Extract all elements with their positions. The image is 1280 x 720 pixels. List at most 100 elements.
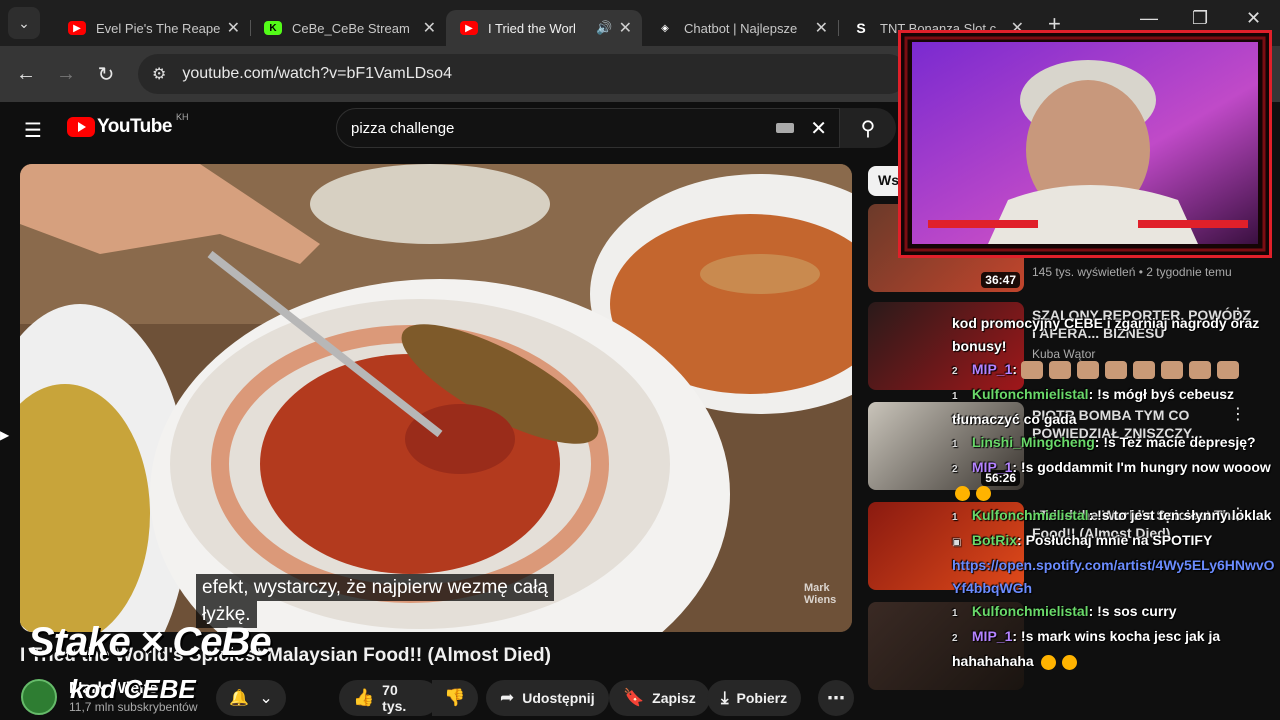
restore-icon[interactable]: ❐ <box>1192 8 1208 29</box>
tab-active-video[interactable]: ▶ I Tried the Worl 🔊 ✕ <box>446 10 642 46</box>
chat-username: Kulfonchmielistal <box>971 386 1089 402</box>
window-close-icon[interactable]: ✕ <box>1246 8 1261 29</box>
more-actions-button[interactable]: ⋯ <box>818 680 854 716</box>
youtube-play-logo-icon <box>67 117 95 137</box>
country-code: KH <box>175 112 189 122</box>
youtube-wordmark: YouTube <box>97 116 172 137</box>
chat-username: BotRix <box>971 532 1018 548</box>
tab-close-icon[interactable]: ✕ <box>619 18 632 38</box>
search-query[interactable]: pizza challenge <box>351 120 776 137</box>
tab-search-menu-icon[interactable]: ⌄ <box>8 7 40 39</box>
youtube-favicon-icon: ▶ <box>460 21 478 35</box>
site-settings-icon[interactable]: ⚙ <box>152 64 166 84</box>
chat-badge: 2 <box>952 366 958 377</box>
clear-search-icon[interactable]: ✕ <box>810 116 827 141</box>
stream-chat-overlay: kod promocyjny CEBE i zgarniaj nagrody o… <box>952 312 1280 720</box>
bookmark-icon: 🔖 <box>623 688 645 707</box>
chat-message: 2 MIP_1: !s mark wins kocha jesc jak ja … <box>952 625 1280 673</box>
chat-username: MIP_1 <box>971 361 1013 377</box>
tab-evel-pie[interactable]: ▶ Evel Pie's The Reape ✕ <box>54 10 251 46</box>
tab-chatbot[interactable]: ◈ Chatbot | Najlepsze ✕ <box>642 10 839 46</box>
dislike-button[interactable]: 👎 <box>432 680 478 716</box>
video-meta: 145 tys. wyświetleń • 2 tygodnie temu <box>1032 265 1232 279</box>
chat-text: kod promocyjny CEBE i zgarniaj nagrody o… <box>952 315 1260 354</box>
chat-username: Linshi_Mingcheng <box>971 434 1095 450</box>
save-label: Zapisz <box>652 690 696 706</box>
download-label: Pobierz <box>736 690 788 706</box>
promo-code-overlay: kod CEBE <box>70 674 196 704</box>
chat-message: 2 MIP_1: !s goddammit I'm hungry now woo… <box>952 456 1280 504</box>
back-arrow-icon[interactable]: ← <box>6 63 46 86</box>
bot-badge-icon: ▣ <box>952 537 962 548</box>
download-icon: ⤓ <box>721 688 729 707</box>
chat-badge: 2 <box>952 464 958 475</box>
tab-close-icon[interactable]: ✕ <box>423 18 436 38</box>
stake-cebe-logo: Stake × CeBe <box>28 620 272 664</box>
save-button[interactable]: 🔖 Zapisz <box>609 680 710 716</box>
chat-message: 2 MIP_1: <box>952 358 1280 383</box>
emoji-icon <box>1040 654 1056 670</box>
emoji-icon <box>976 485 991 501</box>
channel-watermark[interactable]: Mark Wiens <box>804 582 836 606</box>
search-icon: ⚲ <box>860 117 876 140</box>
chat-badge: 1 <box>952 512 958 523</box>
kick-favicon-icon: K <box>264 21 282 35</box>
chat-message: https://open.spotify.com/artist/4Wy5ELy6… <box>952 554 1280 600</box>
chat-text: : !s Też macie depresję? <box>1094 434 1256 450</box>
screen: ⌄ ▶ Evel Pie's The Reape ✕ K CeBe_CeBe S… <box>0 0 1280 720</box>
chat-text: : !s sos curry <box>1088 603 1177 619</box>
chat-username: MIP_1 <box>971 459 1013 475</box>
chat-message: ▣ BotRix: Posłuchaj mnie na SPOTIFY <box>952 529 1280 554</box>
notifications-button[interactable]: 🔔 ⌄ <box>216 680 286 716</box>
youtube-favicon-icon: ▶ <box>68 21 86 35</box>
chat-username: Kulfonchmielistal <box>971 603 1089 619</box>
tab-title: CeBe_CeBe Stream <box>292 20 410 36</box>
chatbot-favicon-icon: ◈ <box>661 22 669 34</box>
emote-icon <box>1048 361 1071 380</box>
tab-title: Chatbot | Najlepsze <box>684 20 798 36</box>
channel-avatar[interactable] <box>21 679 57 715</box>
reload-icon[interactable]: ↻ <box>86 62 126 87</box>
url-text[interactable]: youtube.com/watch?v=bF1VamLDso4 <box>182 65 452 83</box>
youtube-logo[interactable]: YouTube KH <box>67 112 188 138</box>
emote-icon <box>1216 361 1239 380</box>
emoji-icon <box>1061 654 1077 670</box>
chat-text: : !s goddammit I'm hungry now wooow <box>1012 459 1271 475</box>
search-input[interactable]: pizza challenge ✕ <box>336 108 840 148</box>
streamer-camera-overlay <box>898 30 1272 258</box>
video-player[interactable] <box>20 164 852 632</box>
thumbs-up-icon: 👍 <box>353 688 375 707</box>
chat-message: 1 Kulfonchmielistal: !s mógł byś cebeusz… <box>952 383 1280 431</box>
more-horizontal-icon: ⋯ <box>827 687 845 708</box>
chat-badge: 1 <box>952 608 958 619</box>
slot-favicon-icon: S <box>856 20 866 36</box>
emoji-icon <box>955 485 970 501</box>
keyboard-icon[interactable] <box>776 123 795 133</box>
speaker-icon[interactable]: 🔊 <box>596 20 612 36</box>
bell-icon: 🔔 <box>229 690 250 707</box>
search-button[interactable]: ⚲ <box>840 108 896 148</box>
chat-badge: 1 <box>952 391 958 402</box>
chat-message: kod promocyjny CEBE i zgarniaj nagrody o… <box>952 312 1280 358</box>
like-button[interactable]: 👍 70 tys. <box>339 680 439 716</box>
emote-icon <box>1104 361 1127 380</box>
share-label: Udostępnij <box>522 690 595 706</box>
chevron-down-icon: ⌄ <box>259 690 273 707</box>
chat-text: : <box>1012 361 1018 377</box>
mouse-cursor-icon: ▶ <box>0 428 10 442</box>
address-bar[interactable]: ⚙ youtube.com/watch?v=bF1VamLDso4 <box>138 54 908 94</box>
share-button[interactable]: ➦ Udostępnij <box>486 680 609 716</box>
emote-icon <box>1188 361 1211 380</box>
download-button[interactable]: ⤓ Pobierz <box>707 680 802 716</box>
minimize-icon[interactable]: — <box>1140 8 1158 29</box>
video-duration: 36:47 <box>981 272 1020 288</box>
hamburger-menu-icon[interactable]: ☰ <box>24 118 42 143</box>
chat-text: : Posłuchaj mnie na SPOTIFY <box>1017 532 1213 548</box>
chat-text: : !s to jest ten słynny loklak <box>1088 507 1272 523</box>
tab-close-icon[interactable]: ✕ <box>227 18 240 38</box>
forward-arrow-icon[interactable]: → <box>46 63 86 86</box>
chat-message: 1 Kulfonchmielistal: !s to jest ten słyn… <box>952 504 1280 529</box>
subtitle-line-1: efekt, wystarczy, że najpierw wezmę całą <box>196 574 554 601</box>
tab-cebe-stream[interactable]: K CeBe_CeBe Stream ✕ <box>250 10 446 46</box>
tab-close-icon[interactable]: ✕ <box>815 18 828 38</box>
